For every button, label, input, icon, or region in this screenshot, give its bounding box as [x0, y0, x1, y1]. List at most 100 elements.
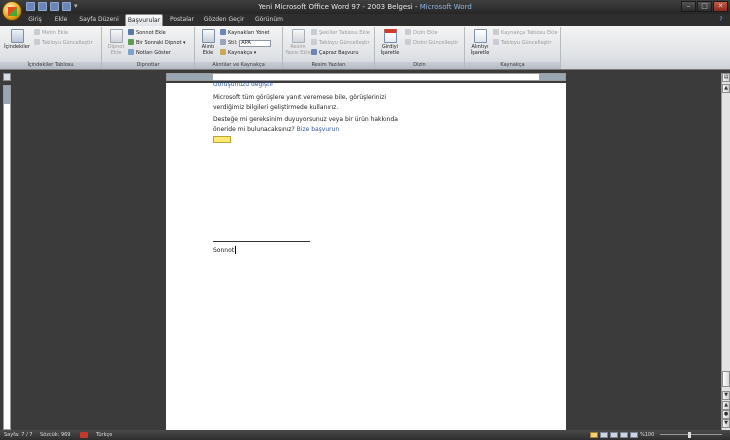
- zoom-slider-thumb[interactable]: [688, 432, 691, 438]
- style-icon: [220, 39, 226, 45]
- text-cursor: [235, 246, 237, 254]
- style-dropdown[interactable]: APA: [239, 40, 272, 47]
- title-bar: Yeni Microsoft Office Word 97 - 2003 Bel…: [0, 0, 730, 14]
- tab-page-layout[interactable]: Sayfa Düzeni: [79, 14, 119, 26]
- show-notes-button[interactable]: Notları Göster: [128, 49, 171, 57]
- document-page[interactable]: Görüşünüzü değiştir Microsoft tüm görüşl…: [166, 81, 566, 430]
- bibliography-button[interactable]: Kaynakça ▾: [220, 49, 256, 57]
- update-index-button[interactable]: Dizini Güncelleştir: [405, 39, 458, 47]
- draft-view-icon[interactable]: [630, 432, 638, 438]
- tab-view[interactable]: Görünüm: [254, 14, 284, 26]
- show-notes-icon: [128, 49, 134, 55]
- view-buttons: [590, 432, 638, 438]
- insert-caption-button[interactable]: Resim Yazısı Ekle: [285, 29, 311, 56]
- insert-table-of-figures-button[interactable]: Şekiller Tablosu Ekle: [311, 29, 370, 37]
- group-citations: Alıntı Ekle Kaynakları Yönet Stil: APA K…: [195, 27, 283, 69]
- ruler-toggle-icon[interactable]: ▤: [722, 73, 730, 82]
- office-logo-icon: [8, 7, 17, 16]
- proofing-icon[interactable]: [80, 432, 88, 438]
- update-table-button[interactable]: Tabloyu Güncelleştir: [34, 39, 93, 47]
- tab-home[interactable]: Giriş: [28, 14, 42, 26]
- save-icon[interactable]: [26, 2, 35, 11]
- maximize-button[interactable]: □: [697, 1, 712, 12]
- group-label: Resim Yazıları: [283, 62, 374, 69]
- toc-button[interactable]: İçindekiler: [4, 29, 30, 50]
- insert-toa-button[interactable]: Kaynakça Tablosu Ekle: [493, 29, 558, 37]
- window-title: Yeni Microsoft Office Word 97 - 2003 Bel…: [258, 3, 472, 11]
- page-count[interactable]: Sayfa: 7 / 7: [4, 430, 33, 440]
- citation-icon: [201, 29, 215, 43]
- group-label: Dipnotlar: [102, 62, 194, 69]
- word-window: Yeni Microsoft Office Word 97 - 2003 Bel…: [0, 0, 730, 440]
- refresh-icon: [493, 39, 499, 45]
- qat-customize-icon[interactable]: ▾: [74, 2, 78, 11]
- insert-citation-button[interactable]: Alıntı Ekle: [198, 29, 218, 56]
- previous-page-button[interactable]: ▲: [722, 401, 730, 410]
- tab-review[interactable]: Gözden Geçir: [203, 14, 245, 26]
- add-text-icon: [34, 29, 40, 35]
- ribbon-tabs: Giriş Ekle Sayfa Düzeni Başvurular Posta…: [0, 14, 730, 26]
- mark-entry-button[interactable]: Girdiyi İşaretle: [378, 29, 402, 56]
- print-layout-view-icon[interactable]: [590, 432, 598, 438]
- vertical-scrollbar[interactable]: ▤ ▲ ▼ ▲ ● ▼: [721, 73, 730, 430]
- web-layout-icon[interactable]: [610, 432, 618, 438]
- manage-sources-button[interactable]: Kaynakları Yönet: [220, 29, 269, 37]
- language[interactable]: Türkçe: [96, 430, 112, 440]
- caption-icon: [291, 29, 305, 43]
- browse-object-button[interactable]: ●: [722, 410, 730, 419]
- next-footnote-button[interactable]: Bir Sonraki Dipnot ▾: [128, 39, 186, 47]
- insert-index-button[interactable]: Dizin Ekle: [405, 29, 438, 37]
- tab-mailings[interactable]: Postalar: [169, 14, 195, 26]
- outline-view-icon[interactable]: [620, 432, 628, 438]
- group-footnotes: Dipnot Ekle Sonnot Ekle Bir Sonraki Dipn…: [102, 27, 195, 69]
- contact-us-link[interactable]: Bize başvurun: [297, 126, 340, 133]
- vertical-ruler[interactable]: [3, 85, 11, 430]
- minimize-button[interactable]: –: [681, 1, 696, 12]
- next-page-button[interactable]: ▼: [722, 419, 730, 428]
- group-index: Girdiyi İşaretle Dizin Ekle Dizini Günce…: [375, 27, 465, 69]
- bibliography-icon: [220, 49, 226, 55]
- office-button[interactable]: [2, 1, 22, 21]
- group-label: Kaynakça: [465, 62, 560, 69]
- cross-reference-button[interactable]: Çapraz Başvuru: [311, 49, 359, 57]
- redo-icon[interactable]: [50, 2, 59, 11]
- close-button[interactable]: ✕: [713, 1, 728, 12]
- help-icon[interactable]: ?: [716, 14, 726, 26]
- toc-icon: [10, 29, 24, 43]
- document-text[interactable]: Görüşünüzü değiştir Microsoft tüm görüşl…: [213, 81, 403, 147]
- update-figures-table-button[interactable]: Tabloyu Güncelleştir: [311, 39, 370, 47]
- mark-entry-icon: [383, 29, 397, 43]
- insert-footnote-button[interactable]: Dipnot Ekle: [105, 29, 127, 56]
- style-selector[interactable]: Stil: APA: [220, 39, 272, 47]
- refresh-icon: [311, 39, 317, 45]
- mark-citation-button[interactable]: Alıntıyı İşaretle: [468, 29, 492, 56]
- word-count[interactable]: Sözcük: 969: [40, 430, 71, 440]
- add-text-button[interactable]: Metin Ekle: [34, 29, 68, 37]
- scroll-down-button[interactable]: ▼: [722, 391, 730, 400]
- group-label: İçindekiler Tablosu: [0, 62, 101, 69]
- endnote-separator: [213, 241, 310, 242]
- next-footnote-icon: [128, 39, 134, 45]
- insert-endnote-button[interactable]: Sonnot Ekle: [128, 29, 166, 37]
- ribbon: İçindekiler Metin Ekle Tabloyu Güncelleş…: [0, 26, 730, 70]
- group-toc: İçindekiler Metin Ekle Tabloyu Güncelleş…: [0, 27, 102, 69]
- undo-icon[interactable]: [38, 2, 47, 11]
- scroll-thumb[interactable]: [722, 371, 730, 387]
- ruler-tab-selector[interactable]: [3, 73, 11, 81]
- paragraph-2: Desteğe mi gereksinim duyuyorsunuz veya …: [213, 116, 398, 133]
- tab-insert[interactable]: Ekle: [53, 14, 69, 26]
- print-preview-icon[interactable]: [62, 2, 71, 11]
- cross-reference-icon: [311, 49, 317, 55]
- status-bar: Sayfa: 7 / 7 Sözcük: 969 Türkçe %100: [0, 430, 730, 440]
- scroll-up-button[interactable]: ▲: [722, 84, 730, 93]
- endnote-label: Sonnot: [213, 247, 235, 254]
- index-icon: [405, 29, 411, 35]
- endnote-area[interactable]: Sonnot: [213, 246, 237, 254]
- full-screen-reading-icon[interactable]: [600, 432, 608, 438]
- update-toa-button[interactable]: Tabloyu Güncelleştir: [493, 39, 552, 47]
- smart-tag-icon[interactable]: [213, 136, 231, 143]
- toa-icon: [493, 29, 499, 35]
- zoom-slider[interactable]: [660, 434, 722, 435]
- tab-references[interactable]: Başvurular: [125, 14, 163, 26]
- zoom-level[interactable]: %100: [640, 430, 654, 440]
